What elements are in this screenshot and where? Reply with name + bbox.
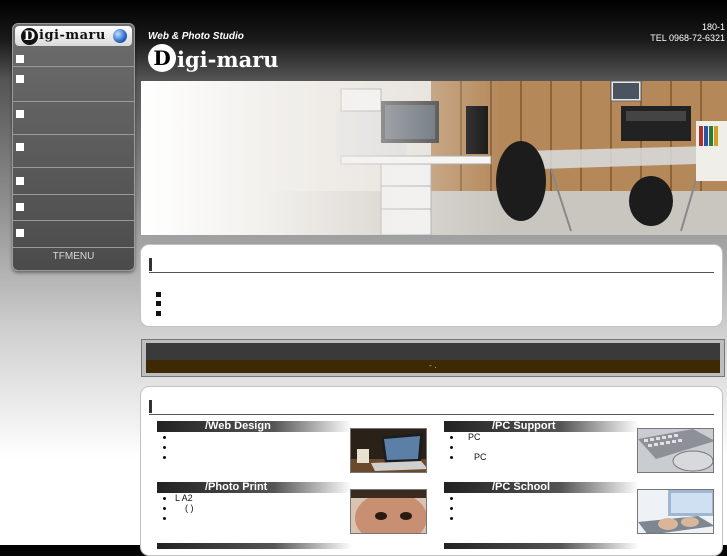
globe-icon	[113, 29, 127, 43]
service-title[interactable]: /PC School	[444, 482, 639, 493]
service-photo-print[interactable]: /Photo Print L A2 ( )	[157, 482, 427, 542]
bullet-square-icon	[16, 55, 24, 63]
laptop-photo	[350, 428, 427, 473]
tfmenu-label[interactable]: TFMENU	[13, 251, 134, 262]
office-photo-image	[141, 81, 727, 235]
service-pc-support[interactable]: /PC Support PC PC	[444, 421, 714, 481]
service-bullets: PC PC	[452, 432, 487, 462]
hero-office-photo	[141, 81, 727, 235]
list-item	[175, 513, 194, 523]
brand-initial: D	[148, 44, 176, 72]
menu-item-7[interactable]	[13, 221, 134, 248]
menu-item-6[interactable]	[13, 195, 134, 221]
news-ticker[interactable]: - .	[141, 339, 725, 377]
menu-item-1[interactable]	[13, 47, 134, 67]
logo-text: igi-maru	[39, 28, 106, 43]
service-title[interactable]: /PC Support	[444, 421, 639, 432]
logo-initial: D	[21, 28, 38, 45]
service-title-partial	[444, 543, 639, 549]
heading-marker	[149, 400, 152, 413]
address-line: 180-1	[701, 22, 725, 32]
bullet-square-icon	[16, 177, 24, 185]
baby-photo	[350, 489, 427, 534]
bullet-square-icon	[16, 75, 24, 83]
list-item: PC	[462, 432, 487, 442]
bullet-square-icon	[16, 110, 24, 118]
news-ticker-inner: - .	[146, 343, 720, 373]
service-title[interactable]: /Web Design	[157, 421, 352, 432]
brand-text: igi-maru	[177, 47, 279, 72]
bullet-square-icon	[16, 203, 24, 211]
news-ticker-text: - .	[146, 360, 720, 373]
intro-panel-heading	[149, 256, 714, 273]
menu-item-5[interactable]	[13, 168, 134, 195]
side-menu-logo[interactable]: D igi-maru	[15, 26, 132, 46]
service-bullets: L A2 ( )	[165, 493, 194, 523]
side-menu: D igi-maru TFMENU	[12, 23, 135, 271]
list-item: L A2	[175, 493, 194, 503]
keyboard-mouse-photo	[637, 428, 714, 473]
intro-panel	[140, 244, 723, 327]
bullet-square-icon	[16, 229, 24, 237]
menu-item-2[interactable]	[13, 67, 134, 102]
tel-line: TEL 0968-72-6321	[650, 33, 725, 43]
services-panel-heading	[149, 398, 714, 415]
service-title-partial	[157, 543, 352, 549]
heading-marker	[149, 258, 152, 271]
menu-item-3[interactable]	[13, 102, 134, 135]
service-web-design[interactable]: /Web Design	[157, 421, 427, 481]
list-bullet	[156, 292, 161, 297]
typing-hands-photo	[637, 489, 714, 534]
service-pc-school[interactable]: /PC School	[444, 482, 714, 542]
menu-item-4[interactable]	[13, 135, 134, 168]
services-panel: /Web Design /PC Support PC PC	[140, 386, 723, 556]
contact-info: 180-1 TEL 0968-72-6321	[650, 22, 725, 44]
list-item	[462, 442, 487, 452]
list-bullet	[156, 311, 161, 316]
bullet-square-icon	[16, 143, 24, 151]
service-bullets	[165, 432, 175, 462]
brand-tagline: Web & Photo Studio	[148, 31, 244, 42]
list-bullet	[156, 301, 161, 306]
service-title[interactable]: /Photo Print	[157, 482, 352, 493]
list-item: PC	[462, 452, 487, 462]
service-bullets	[452, 493, 462, 523]
list-item: ( )	[175, 503, 194, 513]
